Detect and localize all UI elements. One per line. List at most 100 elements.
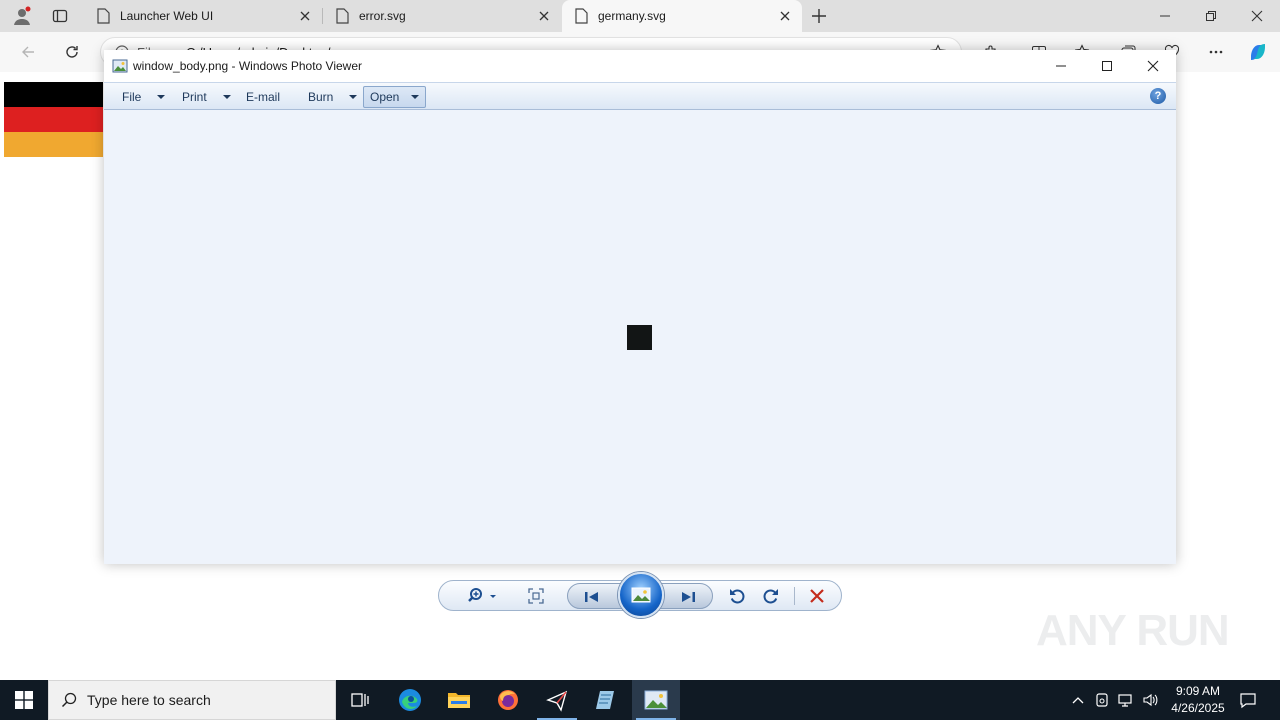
notepad-icon — [596, 691, 614, 709]
tab-error-svg[interactable]: error.svg — [323, 0, 561, 32]
previous-button[interactable] — [578, 585, 606, 609]
pv-maximize-button[interactable] — [1084, 50, 1130, 82]
taskbar-edge[interactable] — [386, 680, 434, 720]
menu-print-label: Print — [182, 90, 207, 104]
delete-button[interactable] — [805, 584, 829, 608]
menu-open[interactable]: Open — [363, 86, 427, 108]
tray-device-icon[interactable] — [1092, 690, 1112, 710]
restore-icon — [1206, 11, 1216, 21]
start-button[interactable] — [0, 680, 48, 720]
window-title: window_body.png - Windows Photo Viewer — [133, 59, 363, 73]
show-hidden-icons-button[interactable] — [1068, 690, 1088, 710]
minimize-icon — [1056, 65, 1066, 67]
tab-label: germany.svg — [598, 9, 666, 23]
edge-icon — [399, 689, 421, 711]
minimize-button[interactable] — [1142, 0, 1188, 32]
menu-file-label: File — [122, 90, 142, 104]
tab-germany-svg[interactable]: germany.svg — [562, 0, 802, 32]
rotate-right-icon — [763, 589, 778, 604]
airplane-app-icon — [546, 690, 568, 712]
menu-file[interactable]: File — [116, 86, 171, 108]
tray-network-icon[interactable] — [1116, 690, 1136, 710]
page-icon — [336, 8, 349, 24]
device-icon — [1096, 693, 1108, 707]
photo-viewer-taskbar-icon — [644, 690, 668, 710]
settings-more-button[interactable] — [1202, 38, 1230, 66]
plus-icon — [812, 9, 826, 23]
minimize-icon — [1160, 15, 1170, 17]
folder-icon — [448, 693, 470, 708]
menu-print[interactable]: Print — [176, 86, 237, 108]
photo-viewer-window: window_body.png - Windows Photo Viewer F… — [104, 50, 1176, 564]
page-icon — [97, 8, 110, 24]
flag-stripe-black — [4, 82, 103, 107]
notifications-button[interactable] — [1238, 690, 1258, 710]
zoom-button[interactable] — [465, 584, 501, 608]
network-icon — [1118, 694, 1132, 707]
back-button[interactable] — [14, 38, 42, 66]
photo-viewer-titlebar[interactable]: window_body.png - Windows Photo Viewer — [104, 50, 1176, 82]
photo-viewer-controls — [438, 572, 842, 618]
taskbar-firefox[interactable] — [484, 680, 532, 720]
more-dots-icon — [1209, 50, 1223, 54]
menu-burn[interactable]: Burn — [302, 86, 363, 108]
firefox-icon — [498, 690, 518, 710]
next-icon — [682, 592, 695, 602]
task-view-icon — [351, 693, 369, 707]
actual-size-button[interactable] — [523, 584, 549, 608]
close-window-button[interactable] — [1234, 0, 1280, 32]
taskbar-search-box[interactable]: Type here to search — [48, 680, 336, 720]
pv-minimize-button[interactable] — [1038, 50, 1084, 82]
help-icon[interactable]: ? — [1150, 88, 1166, 104]
taskbar-app-plane[interactable] — [533, 680, 581, 720]
page-icon — [575, 8, 588, 24]
chevron-down-icon — [157, 95, 166, 99]
tab-label: error.svg — [359, 9, 406, 23]
rotate-counterclockwise-button[interactable] — [725, 584, 749, 608]
tab-launcher-web-ui[interactable]: Launcher Web UI — [84, 0, 322, 32]
search-icon — [61, 692, 77, 708]
maximize-icon — [1102, 61, 1112, 71]
taskbar-photo-viewer[interactable] — [632, 680, 680, 720]
close-tab-icon[interactable] — [778, 9, 792, 23]
image-canvas[interactable] — [104, 110, 1176, 564]
tray-volume-icon[interactable] — [1140, 690, 1160, 710]
previous-icon — [585, 592, 598, 602]
flag-stripe-gold — [4, 132, 103, 157]
fit-window-icon — [528, 588, 544, 604]
profile-icon[interactable] — [8, 4, 36, 28]
slideshow-button[interactable] — [618, 572, 664, 618]
taskbar: Type here to search 9:09 AM 4/26/2025 — [0, 680, 1280, 720]
zoom-magnifier-icon — [468, 588, 496, 602]
menu-burn-label: Burn — [308, 90, 334, 104]
tab-actions-icon[interactable] — [46, 4, 74, 28]
restore-button[interactable] — [1188, 0, 1234, 32]
pv-close-button[interactable] — [1130, 50, 1176, 82]
new-tab-button[interactable] — [805, 4, 833, 28]
watermark-text: ANY RUN — [1036, 606, 1230, 655]
close-tab-icon[interactable] — [298, 9, 312, 23]
menu-email[interactable]: E-mail — [240, 86, 286, 108]
taskbar-app-notes[interactable] — [582, 680, 630, 720]
refresh-button[interactable] — [58, 38, 86, 66]
anyrun-watermark: ANY RUN — [1036, 606, 1236, 670]
menu-open-label: Open — [370, 90, 400, 104]
close-icon — [1147, 60, 1159, 72]
task-view-button[interactable] — [336, 680, 384, 720]
germany-flag-image — [4, 82, 103, 157]
displayed-image — [627, 325, 652, 350]
next-button[interactable] — [674, 585, 702, 609]
chevron-up-icon — [1072, 697, 1084, 704]
taskbar-file-explorer[interactable] — [435, 680, 483, 720]
taskbar-clock[interactable]: 9:09 AM 4/26/2025 — [1160, 683, 1236, 717]
menu-email-label: E-mail — [246, 90, 281, 104]
copilot-button[interactable] — [1244, 38, 1272, 66]
rotate-left-icon — [730, 589, 745, 604]
photo-viewer-menubar: File Print E-mail Burn Open ? — [104, 82, 1176, 110]
close-tab-icon[interactable] — [537, 9, 551, 23]
photo-viewer-app-icon — [112, 59, 128, 73]
notification-icon — [1240, 693, 1256, 709]
rotate-clockwise-button[interactable] — [759, 584, 783, 608]
clock-date: 4/26/2025 — [1171, 701, 1225, 715]
speaker-icon — [1143, 693, 1158, 707]
